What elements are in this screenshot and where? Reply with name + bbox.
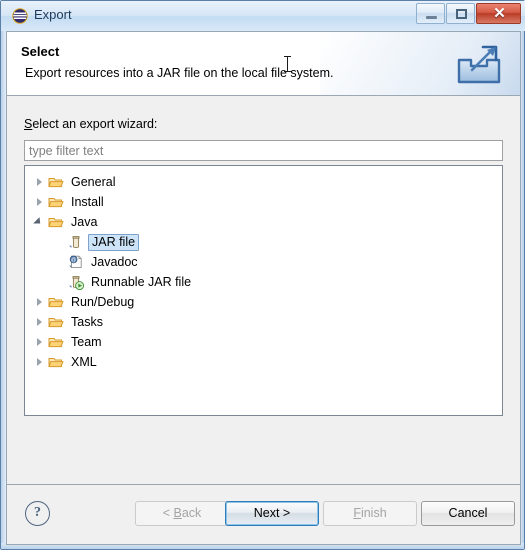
folder-icon [48,358,64,368]
tree-item-install[interactable]: Install [25,192,502,212]
folder-icon [48,294,66,310]
window-controls: ✕ [415,3,521,24]
tree-item-tasks[interactable]: Tasks [25,312,502,332]
wizard-header: Select Export resources into a JAR file … [7,32,520,96]
next-button-label-rest: ext > [262,506,291,520]
folder-icon [48,338,64,348]
tree-item-general[interactable]: General [25,172,502,192]
javadoc-icon: @ [68,254,86,270]
title-bar[interactable]: Export ✕ [1,1,525,31]
cancel-button-label-rest: ancel [457,506,488,520]
dialog-client-area: Select Export resources into a JAR file … [6,31,521,545]
tree-item-xml[interactable]: XML [25,352,502,372]
chevron-right-icon[interactable] [32,192,48,212]
tree-item-label: Run/Debug [71,295,135,309]
chevron-down-icon[interactable] [32,212,48,232]
back-button-mnemonic: B [173,506,182,520]
close-button[interactable]: ✕ [476,3,521,24]
chevron-right-icon[interactable] [32,172,48,192]
tree-item-label: JAR file [88,233,140,251]
folder-icon [48,174,66,190]
folder-icon [48,298,64,308]
tree-item-label: Java [71,215,98,229]
wizard-select-label: Select an export wizard: [24,117,157,131]
eclipse-icon [12,8,28,24]
runnable-jar-icon [68,274,86,291]
filter-input[interactable] [24,140,503,161]
finish-button-mnemonic: F [353,506,361,520]
tree-item-label: Javadoc [91,255,138,269]
svg-text:@: @ [71,257,76,263]
tree-item-label: Install [71,195,104,209]
tree-item-label: Tasks [71,315,103,329]
back-button-label-rest: ack [181,506,202,520]
tree-item-label: General [71,175,116,189]
minimize-button[interactable] [416,3,445,24]
cancel-button[interactable]: Cancel [421,501,515,526]
folder-icon [48,194,66,210]
folder-icon [48,318,64,328]
back-button-label: < [162,506,174,520]
text-cursor [284,56,291,72]
back-button[interactable]: < Back [135,501,229,526]
button-bar-separator [7,484,520,485]
folder-icon [48,354,66,370]
tree-item-javadoc[interactable]: @ Javadoc [25,252,502,272]
folder-icon [48,334,66,350]
export-wizard-tree[interactable]: General Install Java JAR file @ Javadoc Runnab… [24,165,503,416]
chevron-right-icon[interactable] [32,292,48,312]
export-dialog-window: Export ✕ Select Export resources into a … [0,0,525,550]
chevron-right-icon[interactable] [32,312,48,332]
finish-button-label-rest: inish [360,506,387,520]
chevron-right-icon[interactable] [32,352,48,372]
maximize-icon [456,9,467,19]
tree-item-label: Runnable JAR file [91,275,192,289]
jar-icon [68,234,86,250]
page-title: Select [21,44,60,59]
finish-button[interactable]: Finish [323,501,417,526]
folder-icon [48,314,66,330]
tree-item-java[interactable]: Java [25,212,502,232]
next-button[interactable]: Next > [225,501,319,526]
folder-icon [48,214,66,230]
tree-item-runnable-jar-file[interactable]: Runnable JAR file [25,272,502,292]
tree-item-label: Team [71,335,102,349]
close-icon: ✕ [493,5,506,22]
tree-item-jar-file[interactable]: JAR file [25,232,502,252]
jar-icon [69,236,80,248]
tree-item-run-debug[interactable]: Run/Debug [25,292,502,312]
runnable-jar-icon [69,276,85,291]
window-title: Export [34,7,72,22]
cancel-button-mnemonic: C [448,506,458,520]
folder-icon [48,198,64,208]
maximize-button[interactable] [446,3,475,24]
wizard-select-label-rest: elect an export wizard: [32,117,158,131]
minimize-icon [426,16,437,19]
chevron-right-icon[interactable] [32,332,48,352]
next-button-mnemonic: N [253,506,263,520]
export-wizard-icon [457,45,501,84]
tree-item-team[interactable]: Team [25,332,502,352]
tree-item-label: XML [71,355,97,369]
javadoc-icon: @ [69,255,82,269]
folder-icon [48,178,64,188]
folder-icon [48,218,64,228]
help-button[interactable]: ? [25,501,50,526]
